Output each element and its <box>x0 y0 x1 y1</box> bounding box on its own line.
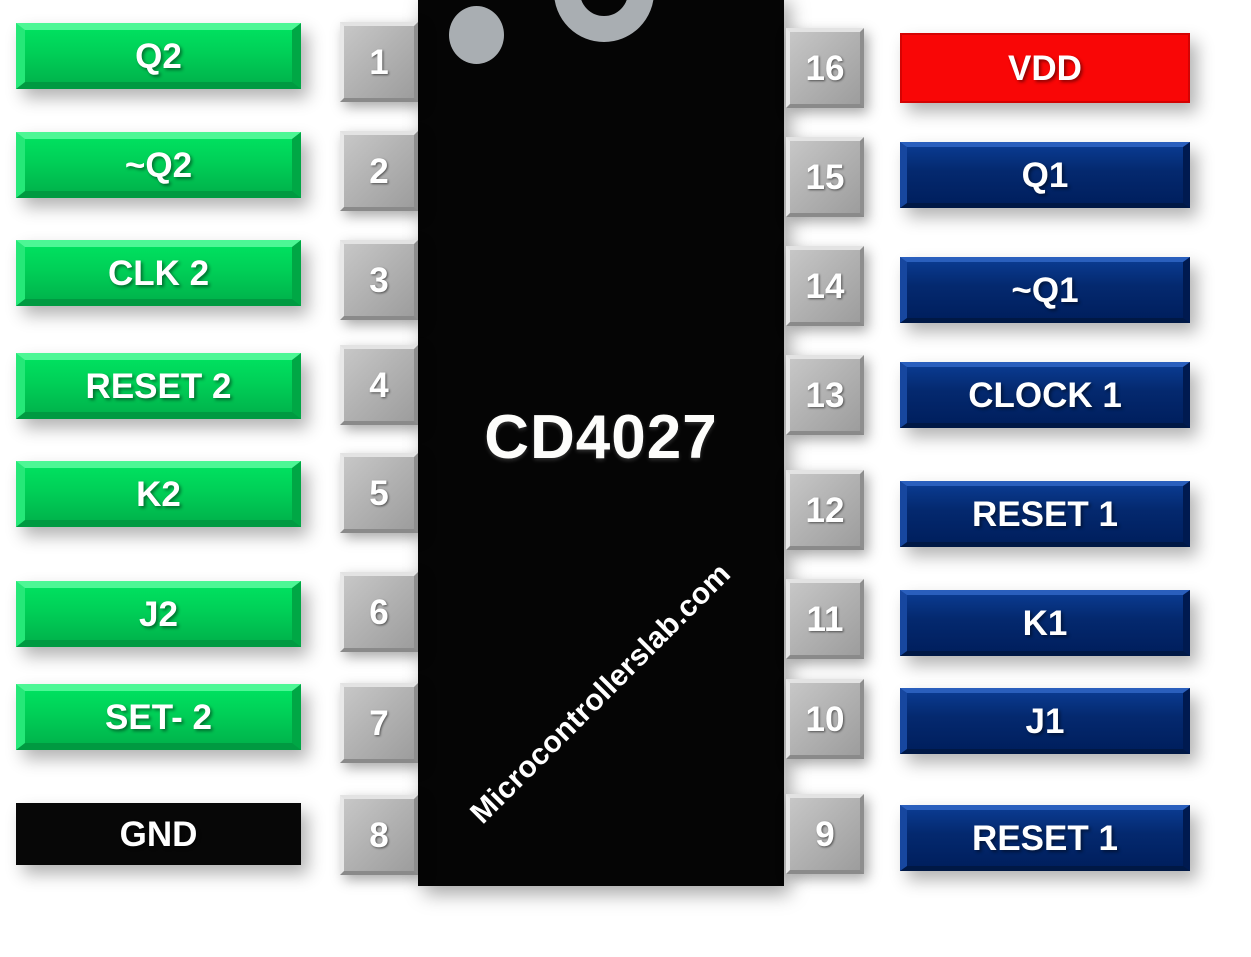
pin-signal-name: K1 <box>1022 603 1068 643</box>
pin-signal-name: RESET 2 <box>85 366 232 406</box>
pin-number-label: 10 <box>805 699 845 739</box>
pin1-dot-icon <box>449 6 504 64</box>
pin-number-box-4[interactable]: 4 <box>340 345 418 425</box>
pin-label-bar-4[interactable]: RESET 2 <box>16 353 301 419</box>
pin-signal-name: J2 <box>139 594 178 634</box>
pin-label-bar-2[interactable]: ~Q2 <box>16 132 301 198</box>
pin-number-box-10[interactable]: 10 <box>786 679 864 759</box>
pin-number-box-12[interactable]: 12 <box>786 470 864 550</box>
watermark-text: Microcontrollerslab.com <box>464 557 738 831</box>
pin-label-bar-11[interactable]: K1 <box>900 590 1190 656</box>
pin-number-label: 4 <box>369 365 389 405</box>
pin-number-box-5[interactable]: 5 <box>340 453 418 533</box>
pin-label-bar-3[interactable]: CLK 2 <box>16 240 301 306</box>
pin-number-box-7[interactable]: 7 <box>340 683 418 763</box>
pin-label-bar-16[interactable]: VDD <box>900 33 1190 103</box>
pin-number-label: 8 <box>369 815 389 855</box>
pin-number-label: 5 <box>369 473 389 513</box>
pin-label-bar-10[interactable]: J1 <box>900 688 1190 754</box>
pin-signal-name: CLOCK 1 <box>968 375 1122 415</box>
pin-number-label: 7 <box>369 703 389 743</box>
pin-label-bar-7[interactable]: SET- 2 <box>16 684 301 750</box>
pin-signal-name: RESET 1 <box>972 494 1118 534</box>
chip-part-number: CD4027 <box>484 403 718 472</box>
pin-number-box-2[interactable]: 2 <box>340 131 418 211</box>
pin-signal-name: ~Q2 <box>124 145 193 185</box>
pin-number-label: 16 <box>805 48 845 88</box>
pin-label-bar-6[interactable]: J2 <box>16 581 301 647</box>
pin-number-box-15[interactable]: 15 <box>786 137 864 217</box>
pin-signal-name: ~Q1 <box>1011 270 1079 310</box>
pin-number-box-6[interactable]: 6 <box>340 572 418 652</box>
pin-signal-name: CLK 2 <box>107 253 210 293</box>
pin-number-label: 12 <box>805 490 845 530</box>
pin-label-bar-5[interactable]: K2 <box>16 461 301 527</box>
pin-number-box-1[interactable]: 1 <box>340 22 418 102</box>
pin-number-box-8[interactable]: 8 <box>340 795 418 875</box>
pin-number-label: 3 <box>369 260 389 300</box>
pin-number-label: 9 <box>815 814 835 854</box>
pin-number-box-14[interactable]: 14 <box>786 246 864 326</box>
pin-signal-name: VDD <box>1008 48 1082 88</box>
pin-label-bar-1[interactable]: Q2 <box>16 23 301 89</box>
pin-signal-name: Q1 <box>1021 155 1069 195</box>
pin-number-box-3[interactable]: 3 <box>340 240 418 320</box>
pin-number-label: 2 <box>369 151 389 191</box>
pin-number-label: 11 <box>806 599 844 639</box>
pin-signal-name: SET- 2 <box>105 697 212 737</box>
ic-body: CD4027 Microcontrollerslab.com <box>418 0 784 886</box>
pin-label-bar-12[interactable]: RESET 1 <box>900 481 1190 547</box>
pin-signal-name: K2 <box>136 474 181 514</box>
pin-number-box-16[interactable]: 16 <box>786 28 864 108</box>
pin-number-label: 15 <box>805 157 845 197</box>
pin-number-label: 1 <box>369 42 389 82</box>
pin-label-bar-14[interactable]: ~Q1 <box>900 257 1190 323</box>
pinout-diagram: Q2 ~Q2 CLK 2 RESET 2 K2 J2 SET- 2 GND 12345678 … <box>0 0 1251 957</box>
pin-signal-name: Q2 <box>135 36 182 76</box>
pin-number-box-13[interactable]: 13 <box>786 355 864 435</box>
pin-number-box-11[interactable]: 11 <box>786 579 864 659</box>
pin-number-label: 6 <box>369 592 389 632</box>
pin-number-label: 14 <box>805 266 845 306</box>
pin-signal-name: RESET 1 <box>972 818 1118 858</box>
pin-label-bar-9[interactable]: RESET 1 <box>900 805 1190 871</box>
pin-number-box-9[interactable]: 9 <box>786 794 864 874</box>
pin-label-bar-15[interactable]: Q1 <box>900 142 1190 208</box>
pin-signal-name: GND <box>119 814 198 854</box>
pin-label-bar-8[interactable]: GND <box>16 803 301 865</box>
chip-notch-icon <box>554 0 654 42</box>
pin-signal-name: J1 <box>1025 701 1065 741</box>
pin-number-label: 13 <box>805 375 845 415</box>
pin-label-bar-13[interactable]: CLOCK 1 <box>900 362 1190 428</box>
